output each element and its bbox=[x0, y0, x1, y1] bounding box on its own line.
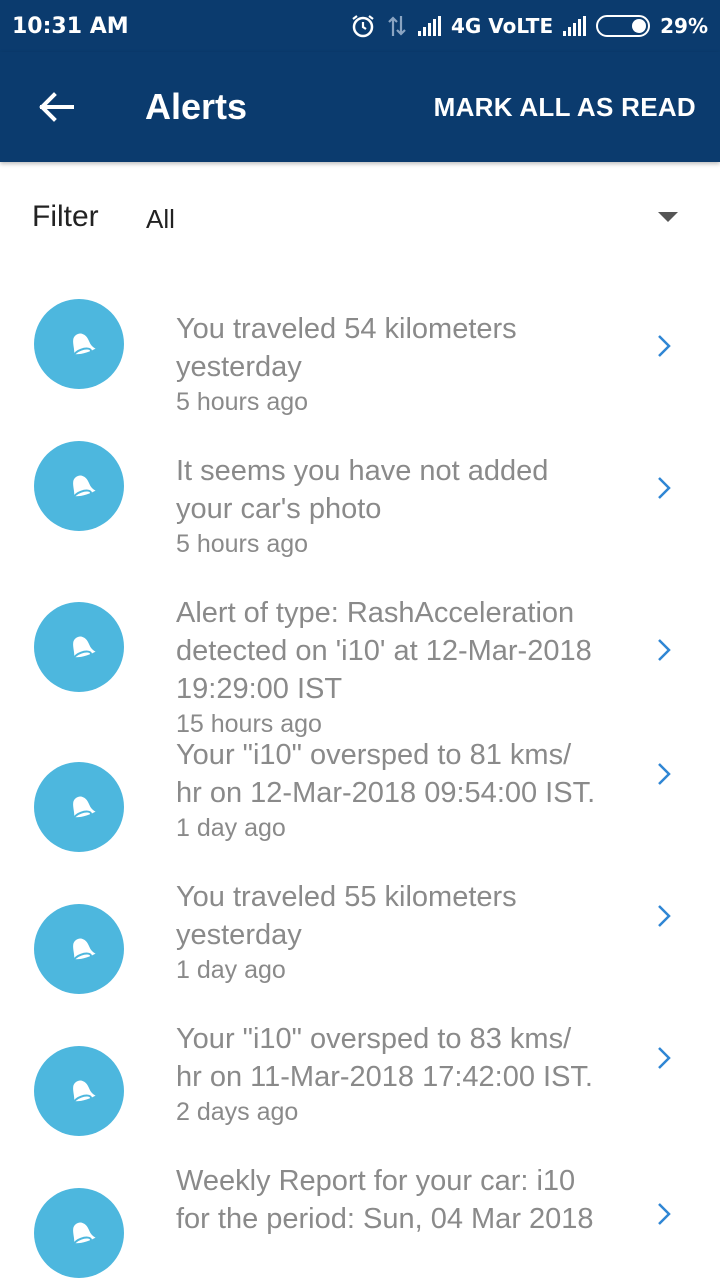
alert-time: 2 days ago bbox=[176, 1098, 299, 1126]
alert-message-line: yesterday bbox=[176, 351, 302, 383]
dropdown-caret-icon[interactable] bbox=[658, 212, 678, 222]
alert-time: 1 day ago bbox=[176, 956, 286, 984]
chevron-right-icon bbox=[654, 636, 674, 664]
alert-time: 1 day ago bbox=[176, 814, 286, 842]
back-button[interactable] bbox=[0, 52, 112, 162]
alert-item[interactable]: Alert of type: RashAcceleration detected… bbox=[0, 556, 720, 738]
signal-icon bbox=[417, 16, 441, 36]
filter-row: Filter All bbox=[0, 162, 720, 272]
alert-item[interactable]: You traveled 54 kilometers yesterday 5 h… bbox=[0, 272, 720, 416]
status-time: 10:31 AM bbox=[12, 13, 129, 39]
alert-message-line: It seems you have not added bbox=[176, 455, 549, 487]
alert-item[interactable]: You traveled 55 kilometers yesterday 1 d… bbox=[0, 878, 720, 1020]
bell-icon bbox=[34, 904, 124, 994]
chevron-right-icon bbox=[654, 332, 674, 360]
alert-list: You traveled 54 kilometers yesterday 5 h… bbox=[0, 272, 720, 1278]
app-bar: Alerts MARK ALL AS READ bbox=[0, 52, 720, 162]
filter-select[interactable]: All bbox=[146, 204, 175, 235]
bell-icon bbox=[34, 762, 124, 852]
alert-message-line: yesterday bbox=[176, 919, 302, 951]
data-transfer-icon bbox=[386, 14, 408, 38]
bell-icon bbox=[34, 441, 124, 531]
battery-icon bbox=[596, 15, 651, 37]
alert-message-line: You traveled 54 kilometers bbox=[176, 313, 517, 345]
chevron-right-icon bbox=[654, 902, 674, 930]
chevron-right-icon bbox=[654, 474, 674, 502]
bell-icon bbox=[34, 1188, 124, 1278]
alert-item[interactable]: Your "i10" oversped to 81 kms/ hr on 12-… bbox=[0, 736, 720, 878]
alert-message-line: for the period: Sun, 04 Mar 2018 bbox=[176, 1203, 594, 1235]
alert-message-line: your car's photo bbox=[176, 493, 382, 525]
battery-level: 29% bbox=[660, 14, 708, 38]
bell-icon bbox=[34, 602, 124, 692]
filter-label: Filter bbox=[32, 200, 99, 233]
signal-icon-2 bbox=[563, 16, 587, 36]
alarm-icon bbox=[350, 13, 376, 39]
alert-message-line: detected on 'i10' at 12-Mar-2018 bbox=[176, 635, 592, 667]
alert-item[interactable]: Weekly Report for your car: i10 for the … bbox=[0, 1162, 720, 1278]
alert-message-line: You traveled 55 kilometers bbox=[176, 881, 517, 913]
page-title: Alerts bbox=[145, 86, 248, 127]
alert-message-line: hr on 12-Mar-2018 09:54:00 IST. bbox=[176, 777, 596, 809]
chevron-right-icon bbox=[654, 1044, 674, 1072]
alert-message-line: Alert of type: RashAcceleration bbox=[176, 597, 575, 629]
chevron-right-icon bbox=[654, 1200, 674, 1228]
status-bar: 10:31 AM 4G VoLTE 29% bbox=[0, 0, 720, 52]
bell-icon bbox=[34, 299, 124, 389]
alert-message-line: Your "i10" oversped to 83 kms/ bbox=[176, 1023, 572, 1055]
status-icons: 4G VoLTE 29% bbox=[350, 13, 708, 39]
alert-item[interactable]: Your "i10" oversped to 83 kms/ hr on 11-… bbox=[0, 1020, 720, 1162]
alert-message-line: 19:29:00 IST bbox=[176, 673, 343, 705]
chevron-right-icon bbox=[654, 760, 674, 788]
alert-message-line: hr on 11-Mar-2018 17:42:00 IST. bbox=[176, 1061, 593, 1093]
back-arrow-icon bbox=[39, 92, 74, 122]
network-type: 4G VoLTE bbox=[450, 14, 554, 38]
alert-message-line: Your "i10" oversped to 81 kms/ bbox=[176, 739, 572, 771]
mark-all-read-button[interactable]: MARK ALL AS READ bbox=[434, 92, 696, 123]
alert-message-line: Weekly Report for your car: i10 bbox=[176, 1165, 576, 1197]
alert-item[interactable]: It seems you have not added your car's p… bbox=[0, 414, 720, 558]
bell-icon bbox=[34, 1046, 124, 1136]
